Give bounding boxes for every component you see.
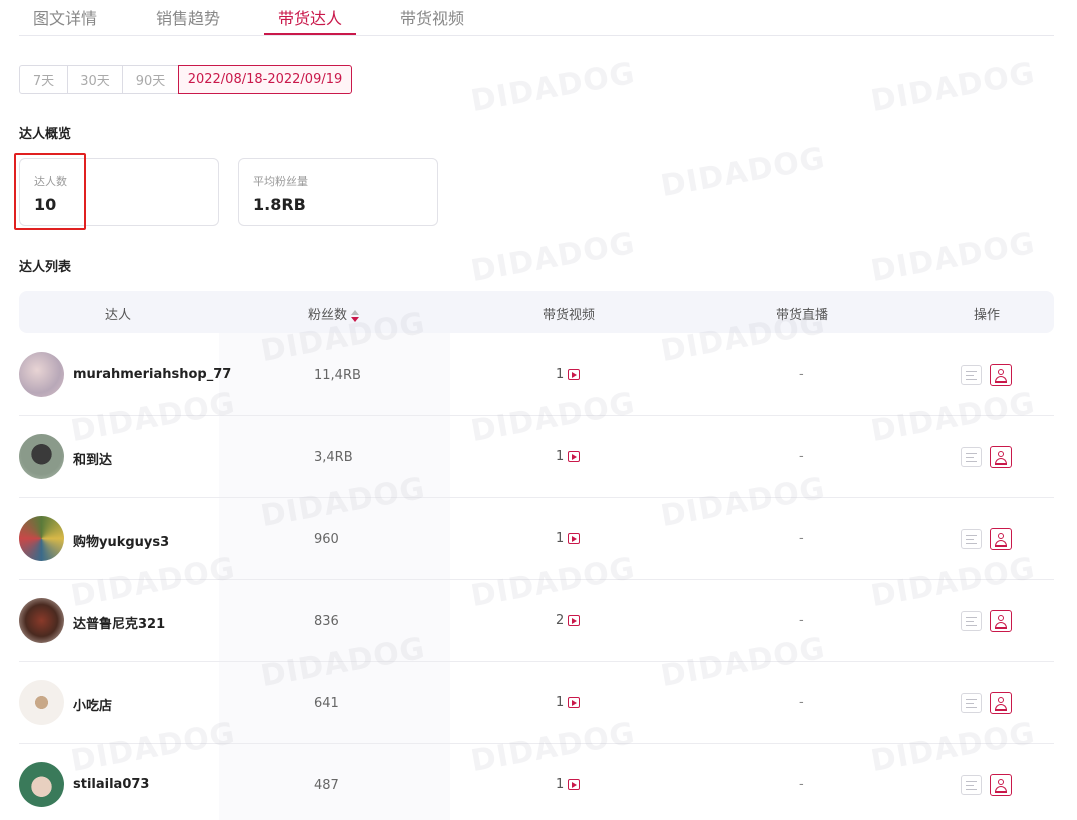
fans-count: 487 bbox=[314, 778, 339, 793]
video-count[interactable]: 1 bbox=[556, 367, 581, 382]
list-title: 达人列表 bbox=[19, 260, 72, 275]
profile-icon[interactable] bbox=[990, 774, 1012, 796]
watermark: DIDADOG bbox=[658, 140, 828, 205]
detail-icon[interactable] bbox=[961, 611, 982, 631]
stat-value: 1.8RB bbox=[253, 195, 306, 214]
col-header-videos: 带货视频 bbox=[543, 308, 596, 323]
watermark: DIDADOG bbox=[868, 225, 1038, 290]
influencer-name[interactable]: 小吃店 bbox=[73, 695, 112, 714]
range-30d-button[interactable]: 30天 bbox=[67, 65, 123, 94]
video-count[interactable]: 1 bbox=[556, 695, 581, 710]
col-header-fans[interactable]: 粉丝数 bbox=[308, 304, 360, 323]
detail-icon[interactable] bbox=[961, 447, 982, 467]
live-count: - bbox=[799, 367, 804, 382]
profile-icon[interactable] bbox=[990, 610, 1012, 632]
play-icon[interactable] bbox=[568, 533, 581, 544]
avatar[interactable] bbox=[19, 762, 64, 807]
table-row: murahmeriahshop_77 11,4RB 1 - bbox=[19, 334, 1054, 416]
play-icon[interactable] bbox=[568, 697, 581, 708]
col-header-live: 带货直播 bbox=[776, 308, 829, 323]
table-row: 和到达 3,4RB 1 - bbox=[19, 416, 1054, 498]
play-icon[interactable] bbox=[568, 615, 581, 626]
table-header: 达人 粉丝数 带货视频 带货直播 操作 bbox=[19, 291, 1054, 333]
watermark: DIDADOG bbox=[868, 55, 1038, 120]
profile-icon[interactable] bbox=[990, 692, 1012, 714]
video-count[interactable]: 2 bbox=[556, 613, 581, 628]
video-count-value: 2 bbox=[556, 613, 565, 628]
tab-videos[interactable]: 带货视频 bbox=[400, 5, 464, 29]
live-count: - bbox=[799, 777, 804, 792]
play-icon[interactable] bbox=[568, 451, 581, 462]
detail-icon[interactable] bbox=[961, 693, 982, 713]
profile-icon[interactable] bbox=[990, 528, 1012, 550]
fans-count: 836 bbox=[314, 614, 339, 629]
live-count: - bbox=[799, 449, 804, 464]
table-row: 小吃店 641 1 - bbox=[19, 662, 1054, 744]
video-count-value: 1 bbox=[556, 449, 565, 464]
detail-icon[interactable] bbox=[961, 529, 982, 549]
influencer-name[interactable]: 购物yukguys3 bbox=[73, 531, 169, 550]
col-header-actions: 操作 bbox=[974, 308, 1001, 323]
fans-count: 11,4RB bbox=[314, 368, 361, 383]
avatar[interactable] bbox=[19, 598, 64, 643]
influencer-name[interactable]: 和到达 bbox=[73, 449, 112, 468]
tab-sales-trend[interactable]: 销售趋势 bbox=[156, 5, 220, 29]
watermark: DIDADOG bbox=[468, 55, 638, 120]
tab-bar: 图文详情 销售趋势 带货达人 带货视频 bbox=[19, 0, 1054, 36]
fans-count: 641 bbox=[314, 696, 339, 711]
live-count: - bbox=[799, 695, 804, 710]
range-custom-button[interactable]: 2022/08/18-2022/09/19 bbox=[178, 65, 352, 94]
fans-count: 3,4RB bbox=[314, 450, 353, 465]
sort-icon[interactable] bbox=[351, 309, 360, 322]
fans-count: 960 bbox=[314, 532, 339, 547]
stat-card-avg-fans: 平均粉丝量 1.8RB bbox=[238, 158, 438, 226]
avatar[interactable] bbox=[19, 516, 64, 561]
stat-label: 平均粉丝量 bbox=[253, 175, 308, 188]
video-count-value: 1 bbox=[556, 695, 565, 710]
video-count[interactable]: 1 bbox=[556, 531, 581, 546]
video-count-value: 1 bbox=[556, 531, 565, 546]
overview-title: 达人概览 bbox=[19, 127, 72, 142]
influencer-name[interactable]: 达普鲁尼克321 bbox=[73, 613, 165, 632]
detail-icon[interactable] bbox=[961, 775, 982, 795]
range-90d-button[interactable]: 90天 bbox=[122, 65, 179, 94]
table-row: 购物yukguys3 960 1 - bbox=[19, 498, 1054, 580]
tab-influencers[interactable]: 带货达人 bbox=[278, 5, 342, 29]
influencer-name[interactable]: murahmeriahshop_77 bbox=[73, 367, 231, 382]
avatar[interactable] bbox=[19, 352, 64, 397]
col-header-influencer: 达人 bbox=[105, 308, 132, 323]
profile-icon[interactable] bbox=[990, 364, 1012, 386]
range-7d-button[interactable]: 7天 bbox=[19, 65, 68, 94]
table-row: 达普鲁尼克321 836 2 - bbox=[19, 580, 1054, 662]
highlight-box bbox=[14, 153, 86, 230]
tab-detail[interactable]: 图文详情 bbox=[33, 5, 97, 29]
video-count-value: 1 bbox=[556, 777, 565, 792]
video-count[interactable]: 1 bbox=[556, 449, 581, 464]
profile-icon[interactable] bbox=[990, 446, 1012, 468]
avatar[interactable] bbox=[19, 680, 64, 725]
watermark: DIDADOG bbox=[468, 225, 638, 290]
table-row: stilaila073 487 1 - bbox=[19, 744, 1054, 820]
col-header-fans-label: 粉丝数 bbox=[308, 308, 348, 323]
detail-icon[interactable] bbox=[961, 365, 982, 385]
date-range-selector: 7天 30天 90天 2022/08/18-2022/09/19 bbox=[19, 65, 352, 94]
video-count[interactable]: 1 bbox=[556, 777, 581, 792]
video-count-value: 1 bbox=[556, 367, 565, 382]
influencer-name[interactable]: stilaila073 bbox=[73, 777, 149, 792]
play-icon[interactable] bbox=[568, 779, 581, 790]
live-count: - bbox=[799, 531, 804, 546]
play-icon[interactable] bbox=[568, 369, 581, 380]
avatar[interactable] bbox=[19, 434, 64, 479]
active-tab-indicator bbox=[264, 33, 356, 35]
live-count: - bbox=[799, 613, 804, 628]
